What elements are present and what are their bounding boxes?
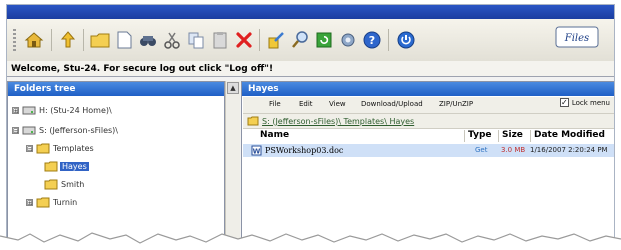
toolbar-grip[interactable]	[13, 29, 16, 53]
new-file-icon[interactable]	[113, 29, 135, 51]
file-date: 1/16/2007 2:20:24 PM	[530, 146, 608, 154]
tree-item-h-drive[interactable]: ⊞ H: (Stu-24 Home)\	[12, 104, 112, 116]
column-header-date-modified[interactable]: Date Modified	[534, 130, 605, 140]
menu-view[interactable]: View	[329, 100, 346, 108]
toolbar-separator	[259, 29, 260, 51]
tree-item-turnin[interactable]: ⊞ Turnin	[26, 196, 77, 208]
folders-tree-panel: Folders tree ⊞ H: (Stu-24 Home)\ ⊟ S: (J…	[7, 81, 225, 243]
welcome-message: Welcome, Stu-24. For secure log out clic…	[7, 61, 614, 77]
properties-icon[interactable]	[137, 29, 159, 51]
tree-label: Smith	[61, 179, 85, 189]
toolbar-separator	[83, 29, 84, 51]
toolbar: ? Files	[7, 19, 614, 62]
folder-icon	[36, 143, 50, 154]
column-header-name[interactable]: Name	[260, 130, 289, 140]
delete-icon[interactable]	[233, 29, 255, 51]
files-logo: Files	[555, 26, 599, 48]
file-panel-title: Hayes	[242, 82, 614, 96]
cut-icon[interactable]	[161, 29, 183, 51]
torn-edge	[0, 232, 621, 250]
folder-icon	[44, 161, 58, 172]
file-panel: Hayes File Edit View Download/Upload ZIP…	[241, 81, 614, 243]
column-separator	[464, 130, 465, 142]
toolbar-separator	[388, 29, 389, 51]
drive-icon	[22, 126, 36, 135]
table-row[interactable]: W PSWorkshop03.doc Get 3.0 MB 1/16/2007 …	[243, 144, 614, 157]
up-folder-icon[interactable]	[57, 29, 79, 51]
tree-label: Templates	[53, 143, 94, 153]
column-header-type[interactable]: Type	[468, 130, 491, 140]
menu-bar: File Edit View Download/Upload ZIP/UnZIP…	[243, 97, 614, 114]
tree-item-s-drive[interactable]: ⊟ S: (Jefferson-sFiles)\	[12, 124, 118, 136]
current-path-link[interactable]: S: (Jefferson-sFiles)\ Templates\ Hayes	[262, 117, 414, 126]
file-name[interactable]: PSWorkshop03.doc	[265, 146, 343, 155]
help-icon[interactable]: ?	[361, 29, 383, 51]
search-icon[interactable]	[289, 29, 311, 51]
column-separator	[530, 130, 531, 142]
menu-zip-unzip[interactable]: ZIP/UnZIP	[439, 100, 473, 108]
file-size: 3.0 MB	[501, 146, 526, 154]
folder-icon	[44, 179, 58, 190]
svg-text:Files: Files	[564, 33, 589, 44]
refresh-icon[interactable]	[313, 29, 335, 51]
lock-menu-checkbox[interactable]: ✓	[559, 98, 569, 107]
toolbar-separator	[51, 29, 52, 51]
tree-label: Turnin	[53, 197, 78, 207]
menu-download-upload[interactable]: Download/Upload	[361, 100, 423, 108]
expand-icon[interactable]: ⊞	[12, 106, 19, 114]
app-window: ? Files Welcome, Stu-24. For secure log …	[6, 4, 615, 244]
tree-item-templates[interactable]: ⊟ Templates	[26, 142, 94, 154]
svg-text:?: ?	[369, 34, 375, 47]
path-bar: S: (Jefferson-sFiles)\ Templates\ Hayes	[243, 114, 614, 129]
drive-icon	[22, 106, 36, 115]
tree-label-selected: Hayes	[60, 161, 89, 171]
tree-label: S: (Jefferson-sFiles)\	[39, 125, 118, 135]
tree-item-smith[interactable]: Smith	[44, 178, 84, 190]
home-icon[interactable]	[23, 29, 45, 51]
menu-edit[interactable]: Edit	[299, 100, 313, 108]
paste-icon[interactable]	[209, 29, 231, 51]
new-folder-icon[interactable]	[89, 29, 111, 51]
vertical-scrollbar[interactable]: ▲	[225, 81, 240, 243]
rename-icon[interactable]	[265, 29, 287, 51]
file-type[interactable]: Get	[475, 146, 487, 154]
collapse-icon[interactable]: ⊟	[26, 144, 33, 152]
folders-tree-title: Folders tree	[8, 82, 224, 96]
copy-icon[interactable]	[185, 29, 207, 51]
menu-file[interactable]: File	[269, 100, 281, 108]
lock-menu-toggle[interactable]: ✓ Lock menu	[559, 98, 610, 107]
tree-item-hayes[interactable]: Hayes	[44, 160, 89, 172]
logoff-icon[interactable]	[395, 29, 417, 51]
settings-icon[interactable]	[337, 29, 359, 51]
collapse-icon[interactable]: ⊟	[12, 126, 19, 134]
lock-menu-label: Lock menu	[571, 98, 610, 107]
folder-icon	[36, 197, 50, 208]
column-header-size[interactable]: Size	[502, 130, 523, 140]
tree-label: H: (Stu-24 Home)\	[39, 105, 112, 115]
title-bar	[7, 5, 614, 19]
svg-text:W: W	[253, 148, 261, 156]
column-separator	[498, 130, 499, 142]
scroll-up-icon[interactable]: ▲	[227, 82, 239, 94]
word-document-icon: W	[251, 145, 262, 156]
expand-icon[interactable]: ⊞	[26, 198, 33, 206]
folder-icon	[247, 116, 259, 126]
